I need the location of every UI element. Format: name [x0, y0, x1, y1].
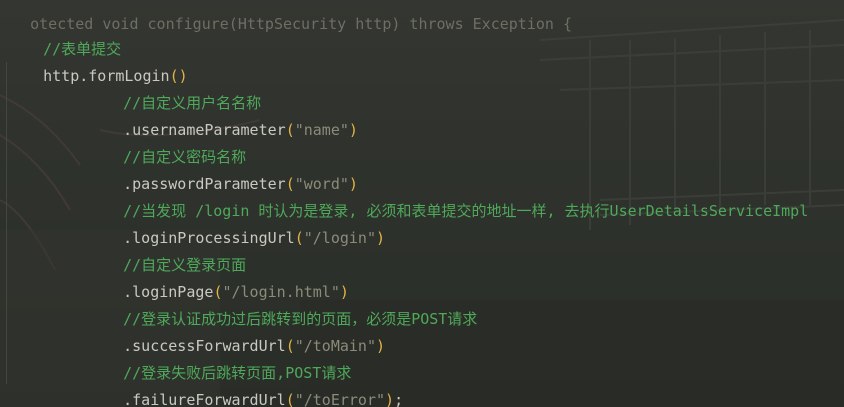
- code-paren: ): [348, 121, 358, 139]
- code-method: .failureForwardUrl: [123, 391, 286, 407]
- code-string: "name": [294, 121, 349, 139]
- code-line: //自定义登录页面: [7, 225, 246, 274]
- code-line: .passwordParameter("word"): [7, 144, 358, 193]
- code-paren: ): [376, 229, 386, 247]
- code-paren: (: [285, 121, 295, 139]
- code-line: .failureForwardUrl("/toError");: [7, 360, 403, 407]
- code-line: //表单提交: [7, 9, 121, 58]
- code-line: //登录认证成功过后跳转到的页面，必须是POST请求: [7, 279, 477, 328]
- code-line: //当发现 /login 时认为是登录, 必须和表单提交的地址一样, 去执行Us…: [7, 171, 808, 220]
- code-editor[interactable]: otected void configure(HttpSecurity http…: [0, 0, 844, 407]
- code-line: //自定义密码名称: [7, 117, 246, 166]
- code-line: .loginPage("/login.html"): [7, 252, 349, 301]
- code-string: "/toError": [294, 391, 386, 407]
- code-paren: (: [294, 229, 304, 247]
- code-paren: (: [285, 391, 295, 407]
- code-semicolon: ;: [394, 391, 404, 407]
- code-line: .usernameParameter("name"): [7, 90, 358, 139]
- code-string: "/login": [303, 229, 376, 247]
- code-line: //自定义用户名名称: [7, 63, 261, 112]
- code-paren: ): [376, 337, 386, 355]
- code-line: .loginProcessingUrl("/login"): [7, 198, 385, 247]
- code-line: .successForwardUrl("/toMain"): [7, 306, 385, 355]
- code-paren: ): [385, 391, 395, 407]
- code-line: http.formLogin(): [7, 36, 188, 85]
- code-line: //登录失败后跳转页面,POST请求: [7, 333, 351, 382]
